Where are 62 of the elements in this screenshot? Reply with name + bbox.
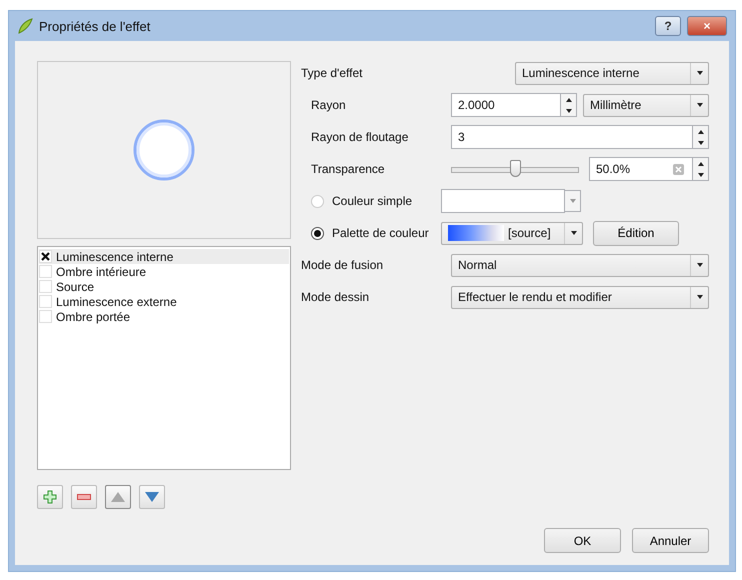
spin-buttons[interactable] [693,125,709,149]
help-button[interactable]: ? [655,16,681,36]
up-arrow-icon [566,98,572,102]
radio-dot-icon [314,230,321,236]
window-title: Propriétés de l'effet [39,18,152,34]
cancel-button[interactable]: Annuler [632,528,709,553]
spin-buttons[interactable] [561,93,577,117]
blend-mode-dropdown[interactable]: Normal [451,254,709,276]
down-arrow-icon [696,71,702,75]
leaf-icon [17,18,33,34]
ok-button[interactable]: OK [544,528,621,553]
down-arrow-icon [570,231,576,235]
list-item[interactable]: Ombre intérieure [56,264,146,278]
field-label: Type d'effet [301,66,364,80]
field-label: Rayon [311,98,347,112]
field-label: Transparence [311,162,386,176]
list-item[interactable]: Ombre portée [56,310,130,324]
edit-button[interactable]: Édition [593,220,679,246]
unit-dropdown[interactable]: Millimètre [583,94,709,116]
radio-label: Couleur simple [332,194,412,208]
plus-icon [43,490,57,504]
radio-label: Palette de couleur [332,226,429,240]
effect-type-dropdown[interactable]: Luminescence interne [515,62,709,84]
down-arrow-icon [696,103,702,107]
cross-icon [41,252,50,261]
down-arrow-icon [566,108,572,112]
up-arrow-icon [698,162,704,166]
up-arrow-icon [698,130,704,134]
up-triangle-icon [111,492,125,502]
down-arrow-icon [570,199,576,203]
color-button[interactable] [441,189,565,213]
spin-buttons[interactable] [693,157,709,181]
checkbox[interactable] [39,310,52,323]
ring-drawing [132,118,196,182]
list-item[interactable]: Luminescence externe [56,294,177,308]
field-label: Mode de fusion [301,258,384,272]
color-ramp-dropdown[interactable]: [source] [441,222,583,244]
down-arrow-icon [698,172,704,176]
checkbox[interactable] [39,265,52,278]
checkbox[interactable] [39,280,52,293]
radio-button[interactable] [311,226,324,240]
checkbox[interactable] [39,250,52,263]
down-triangle-icon [145,492,159,502]
field-label: Mode dessin [301,290,370,304]
radius-field[interactable]: 2.0000 [451,93,561,117]
remove-button[interactable] [71,485,97,509]
add-button[interactable] [37,485,63,509]
list-item[interactable]: Source [56,280,94,294]
draw-mode-dropdown[interactable]: Effectuer le rendu et modifier [451,286,709,308]
checkbox[interactable] [39,295,52,308]
move-down-button[interactable] [139,485,165,509]
down-arrow-icon [696,295,702,299]
field-label: Rayon de floutage [311,130,410,144]
color-menu-button[interactable] [565,190,581,212]
slider-track[interactable] [451,160,579,178]
slider-thumb[interactable] [510,160,521,177]
minus-icon [77,494,91,500]
blur-radius-field[interactable]: 3 [451,125,693,149]
clear-icon [673,164,684,174]
transparency-field[interactable]: 50.0% [589,157,693,181]
down-arrow-icon [698,140,704,144]
down-arrow-icon [696,263,702,267]
